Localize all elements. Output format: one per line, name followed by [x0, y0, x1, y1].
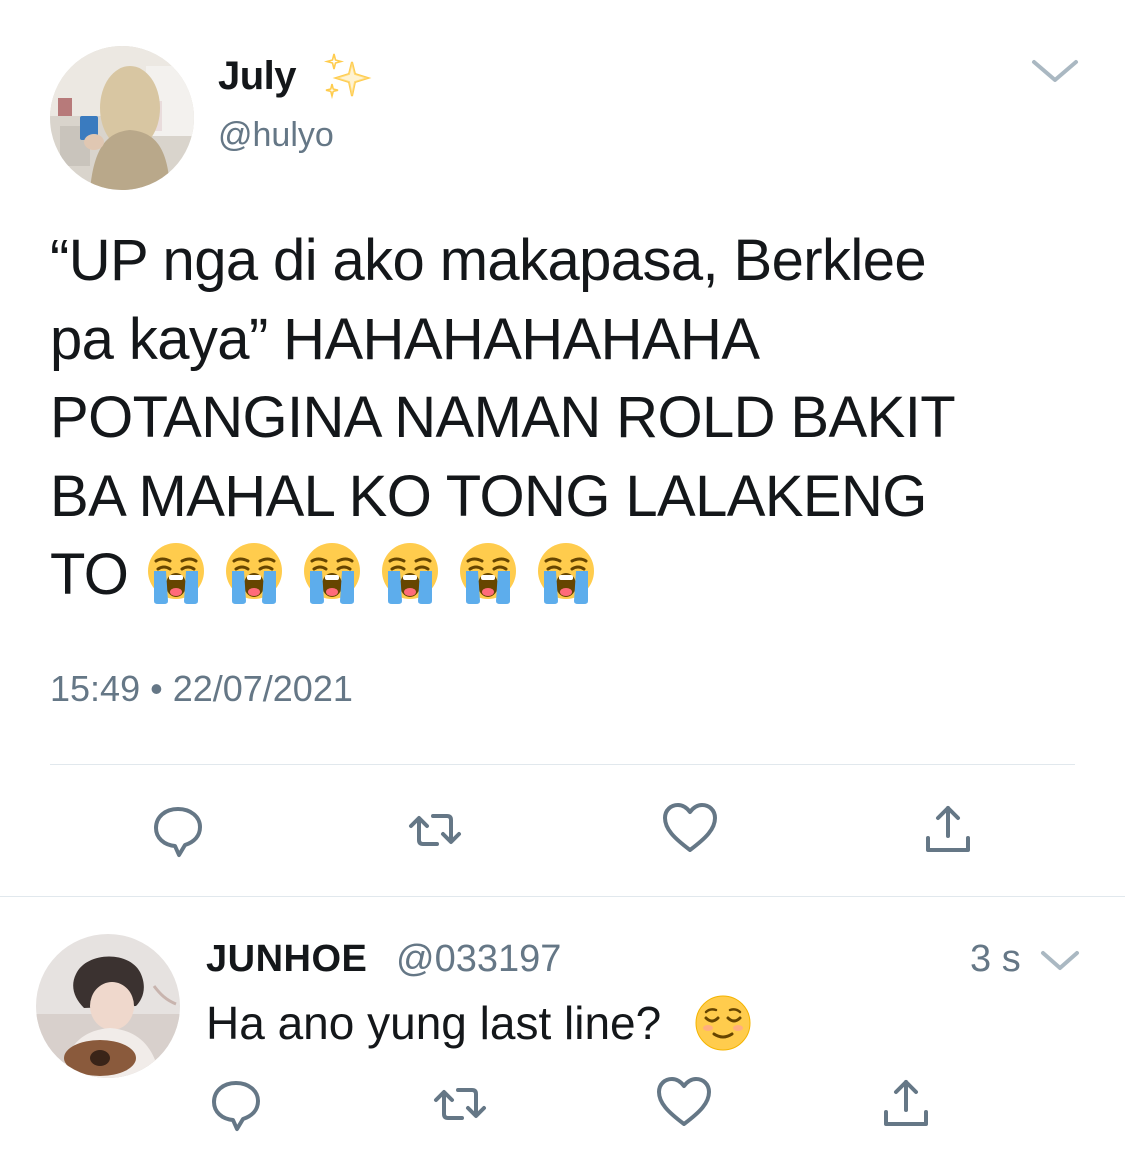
- relieved-face-icon: [694, 994, 752, 1052]
- chevron-down-icon[interactable]: [1030, 56, 1080, 86]
- share-icon[interactable]: [918, 800, 978, 860]
- author-avatar[interactable]: [50, 46, 194, 190]
- tweet-line: “UP nga di ako makapasa, Berklee: [50, 228, 927, 293]
- author-handle[interactable]: @hulyo: [218, 116, 334, 155]
- reply-icon[interactable]: [148, 800, 208, 860]
- loudly-crying-face-icon: [534, 541, 598, 605]
- loudly-crying-face-icon: [222, 541, 286, 605]
- loudly-crying-face-icon: [300, 541, 364, 605]
- author-display-name[interactable]: July: [218, 54, 297, 99]
- loudly-crying-face-icon: [456, 541, 520, 605]
- emoji-row: [144, 541, 598, 605]
- divider: [50, 764, 1075, 765]
- reply-handle[interactable]: @033197: [396, 938, 561, 981]
- loudly-crying-face-icon: [144, 541, 208, 605]
- sparkles-icon: [318, 52, 374, 104]
- like-icon[interactable]: [660, 798, 720, 858]
- reply-icon[interactable]: [206, 1074, 266, 1134]
- divider: [0, 896, 1125, 897]
- tweet-line: pa kaya” HAHAHAHAHAHA: [50, 306, 760, 372]
- tweet-line: TO: [50, 536, 1060, 615]
- reply-display-name[interactable]: JUNHOE: [206, 938, 367, 981]
- tweet-line: BA MAHAL KO TONG LALAKENG: [50, 463, 927, 529]
- loudly-crying-face-icon: [378, 541, 442, 605]
- chevron-down-icon[interactable]: [1040, 948, 1080, 974]
- share-icon[interactable]: [876, 1074, 936, 1134]
- retweet-icon[interactable]: [430, 1074, 490, 1134]
- retweet-icon[interactable]: [405, 800, 465, 860]
- tweet-text: “UP nga di ako makapasa, Berklee pa kaya…: [50, 222, 1060, 615]
- tweet-line-text: TO: [50, 542, 129, 607]
- tweet-timestamp[interactable]: 15:49 • 22/07/2021: [50, 668, 353, 710]
- reply-text: Ha ano yung last line?: [206, 997, 662, 1049]
- like-icon[interactable]: [654, 1072, 714, 1132]
- tweet-line: POTANGINA NAMAN ROLD BAKIT: [50, 385, 956, 450]
- reply-time[interactable]: 3 s: [970, 938, 1021, 981]
- reply-avatar[interactable]: [36, 934, 180, 1078]
